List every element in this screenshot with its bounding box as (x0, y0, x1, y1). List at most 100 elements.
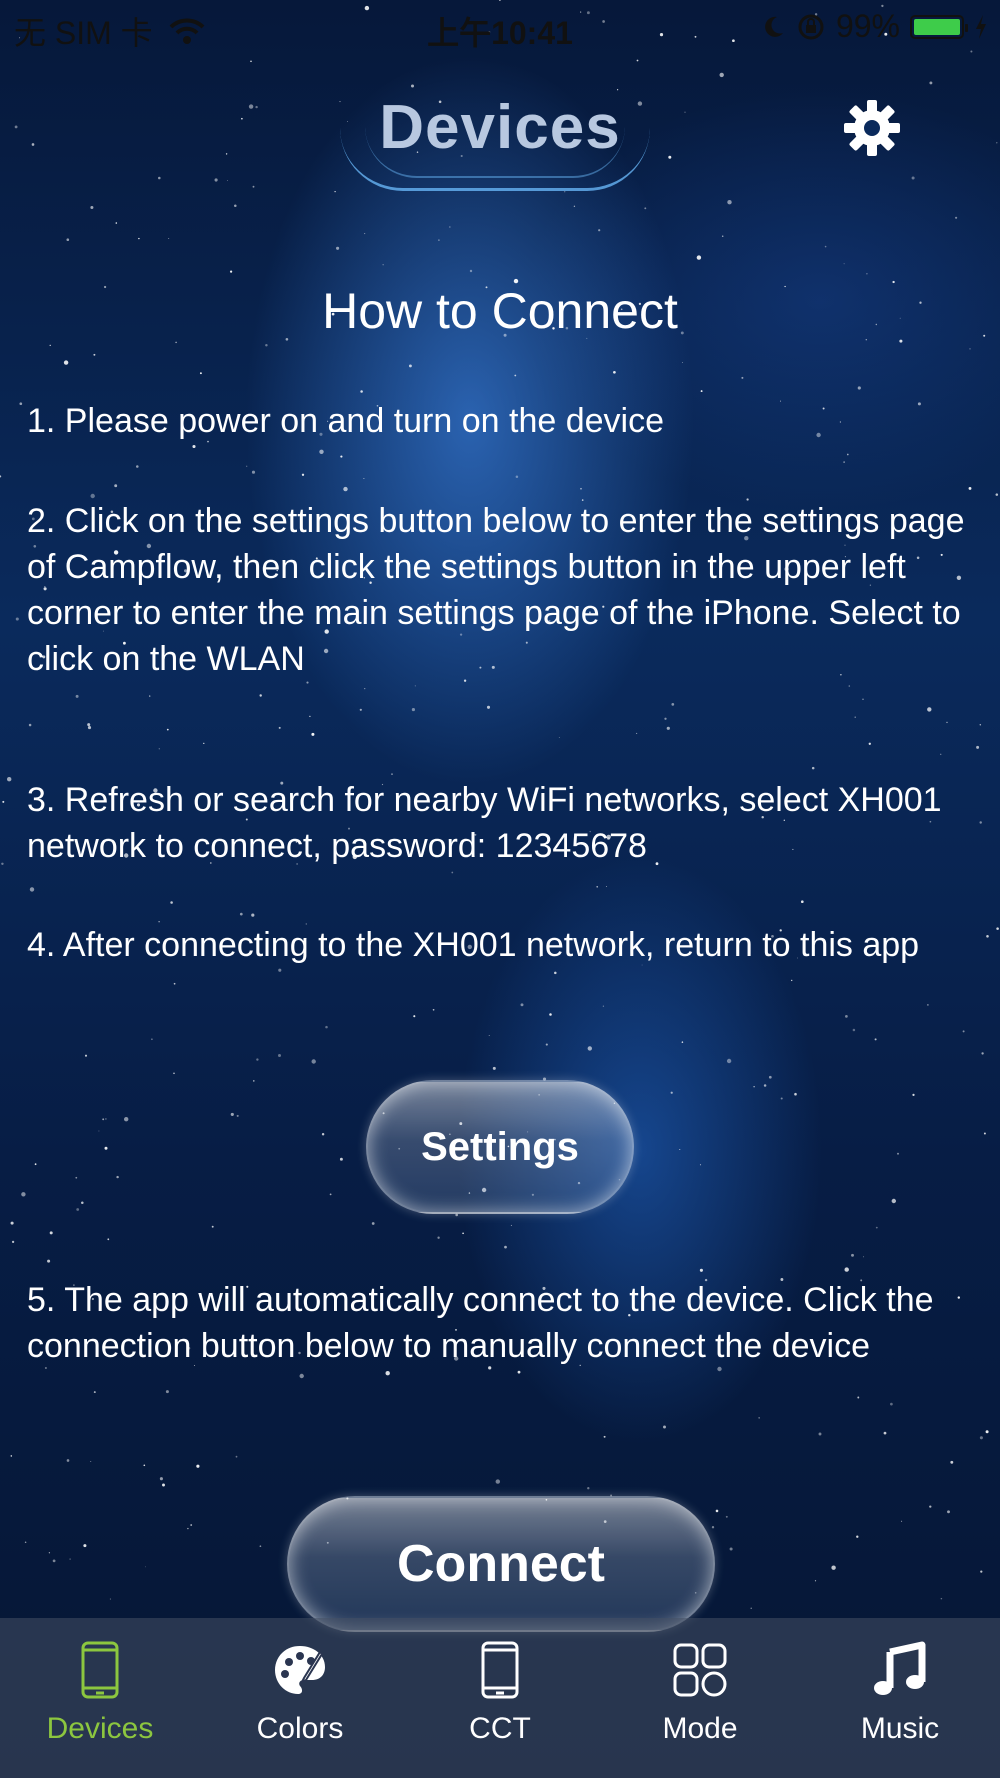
star (901, 1520, 903, 1522)
star (696, 255, 702, 260)
star (311, 1059, 316, 1064)
rotation-lock-icon (798, 14, 824, 39)
star (251, 470, 256, 474)
star (613, 370, 616, 374)
star (144, 1566, 146, 1568)
step-3: 3. Refresh or search for nearby WiFi net… (27, 781, 942, 865)
star (845, 1015, 848, 1018)
star (29, 887, 35, 892)
star (278, 726, 281, 729)
star (729, 1547, 733, 1551)
star (259, 694, 262, 697)
gear-icon[interactable] (840, 96, 904, 160)
star (711, 1526, 715, 1529)
star (824, 245, 827, 248)
star (891, 1198, 896, 1204)
star (929, 1505, 932, 1508)
star (105, 1118, 107, 1120)
star (912, 1093, 915, 1097)
star (726, 1058, 732, 1064)
tab-music[interactable]: Music (800, 1618, 1000, 1778)
star (11, 1240, 15, 1244)
star (1, 862, 4, 866)
star (75, 694, 79, 698)
star (162, 1483, 165, 1487)
star (24, 1541, 27, 1543)
star (136, 465, 139, 468)
star (278, 1054, 281, 1057)
star (514, 374, 517, 377)
star (7, 777, 12, 782)
star (492, 1066, 496, 1070)
star (104, 1146, 108, 1150)
star (843, 461, 845, 463)
star (636, 732, 638, 734)
star (49, 1231, 53, 1235)
star (980, 1570, 983, 1573)
star (299, 1373, 304, 1379)
star (319, 449, 324, 454)
star (549, 1013, 552, 1016)
star (149, 695, 151, 697)
star (143, 1464, 146, 1467)
star (0, 475, 2, 478)
step-1: 1. Please power on and turn on the devic… (27, 402, 664, 440)
star (52, 1559, 56, 1563)
star (580, 487, 582, 490)
star (159, 1477, 163, 1481)
tab-colors[interactable]: Colors (200, 1618, 400, 1778)
star (681, 1041, 684, 1043)
star (602, 1005, 605, 1007)
star (256, 1058, 259, 1061)
star (87, 726, 92, 730)
header: Devices (0, 70, 1000, 210)
star (340, 455, 343, 458)
star (151, 1038, 153, 1041)
star (968, 486, 972, 490)
star (699, 1268, 703, 1272)
star (364, 688, 366, 690)
star (794, 1092, 797, 1096)
tab-devices[interactable]: Devices (0, 1618, 200, 1778)
star (517, 1370, 521, 1374)
star (114, 484, 118, 488)
star (897, 1152, 899, 1155)
settings-button[interactable]: Settings (366, 1080, 634, 1214)
star (301, 473, 305, 476)
star (325, 1025, 328, 1029)
star (863, 1256, 865, 1258)
star (946, 721, 948, 724)
star (199, 372, 202, 375)
star (432, 1008, 435, 1011)
star (229, 270, 233, 273)
star (19, 402, 23, 406)
star (311, 732, 315, 736)
star (309, 715, 311, 718)
star (165, 1390, 169, 1394)
star (598, 229, 601, 232)
star (98, 1130, 100, 1132)
star (83, 1544, 87, 1548)
star (780, 1097, 783, 1100)
star (664, 717, 667, 720)
star (449, 226, 451, 228)
star (75, 1176, 78, 1179)
star (857, 386, 861, 390)
star (246, 465, 248, 467)
star (510, 1224, 512, 1226)
tab-cct[interactable]: CCT (400, 1618, 600, 1778)
star (451, 871, 454, 874)
star (831, 1565, 836, 1570)
connect-button[interactable]: Connect (287, 1496, 715, 1632)
star (411, 708, 415, 712)
star (109, 1598, 111, 1600)
star (93, 353, 96, 356)
phone-icon (481, 1641, 519, 1699)
charging-icon (976, 14, 986, 39)
star (868, 742, 871, 745)
star (329, 1193, 332, 1196)
star (382, 264, 384, 266)
star (962, 1030, 965, 1033)
tab-label: Mode (662, 1712, 738, 1745)
tab-mode[interactable]: Mode (600, 1618, 800, 1778)
